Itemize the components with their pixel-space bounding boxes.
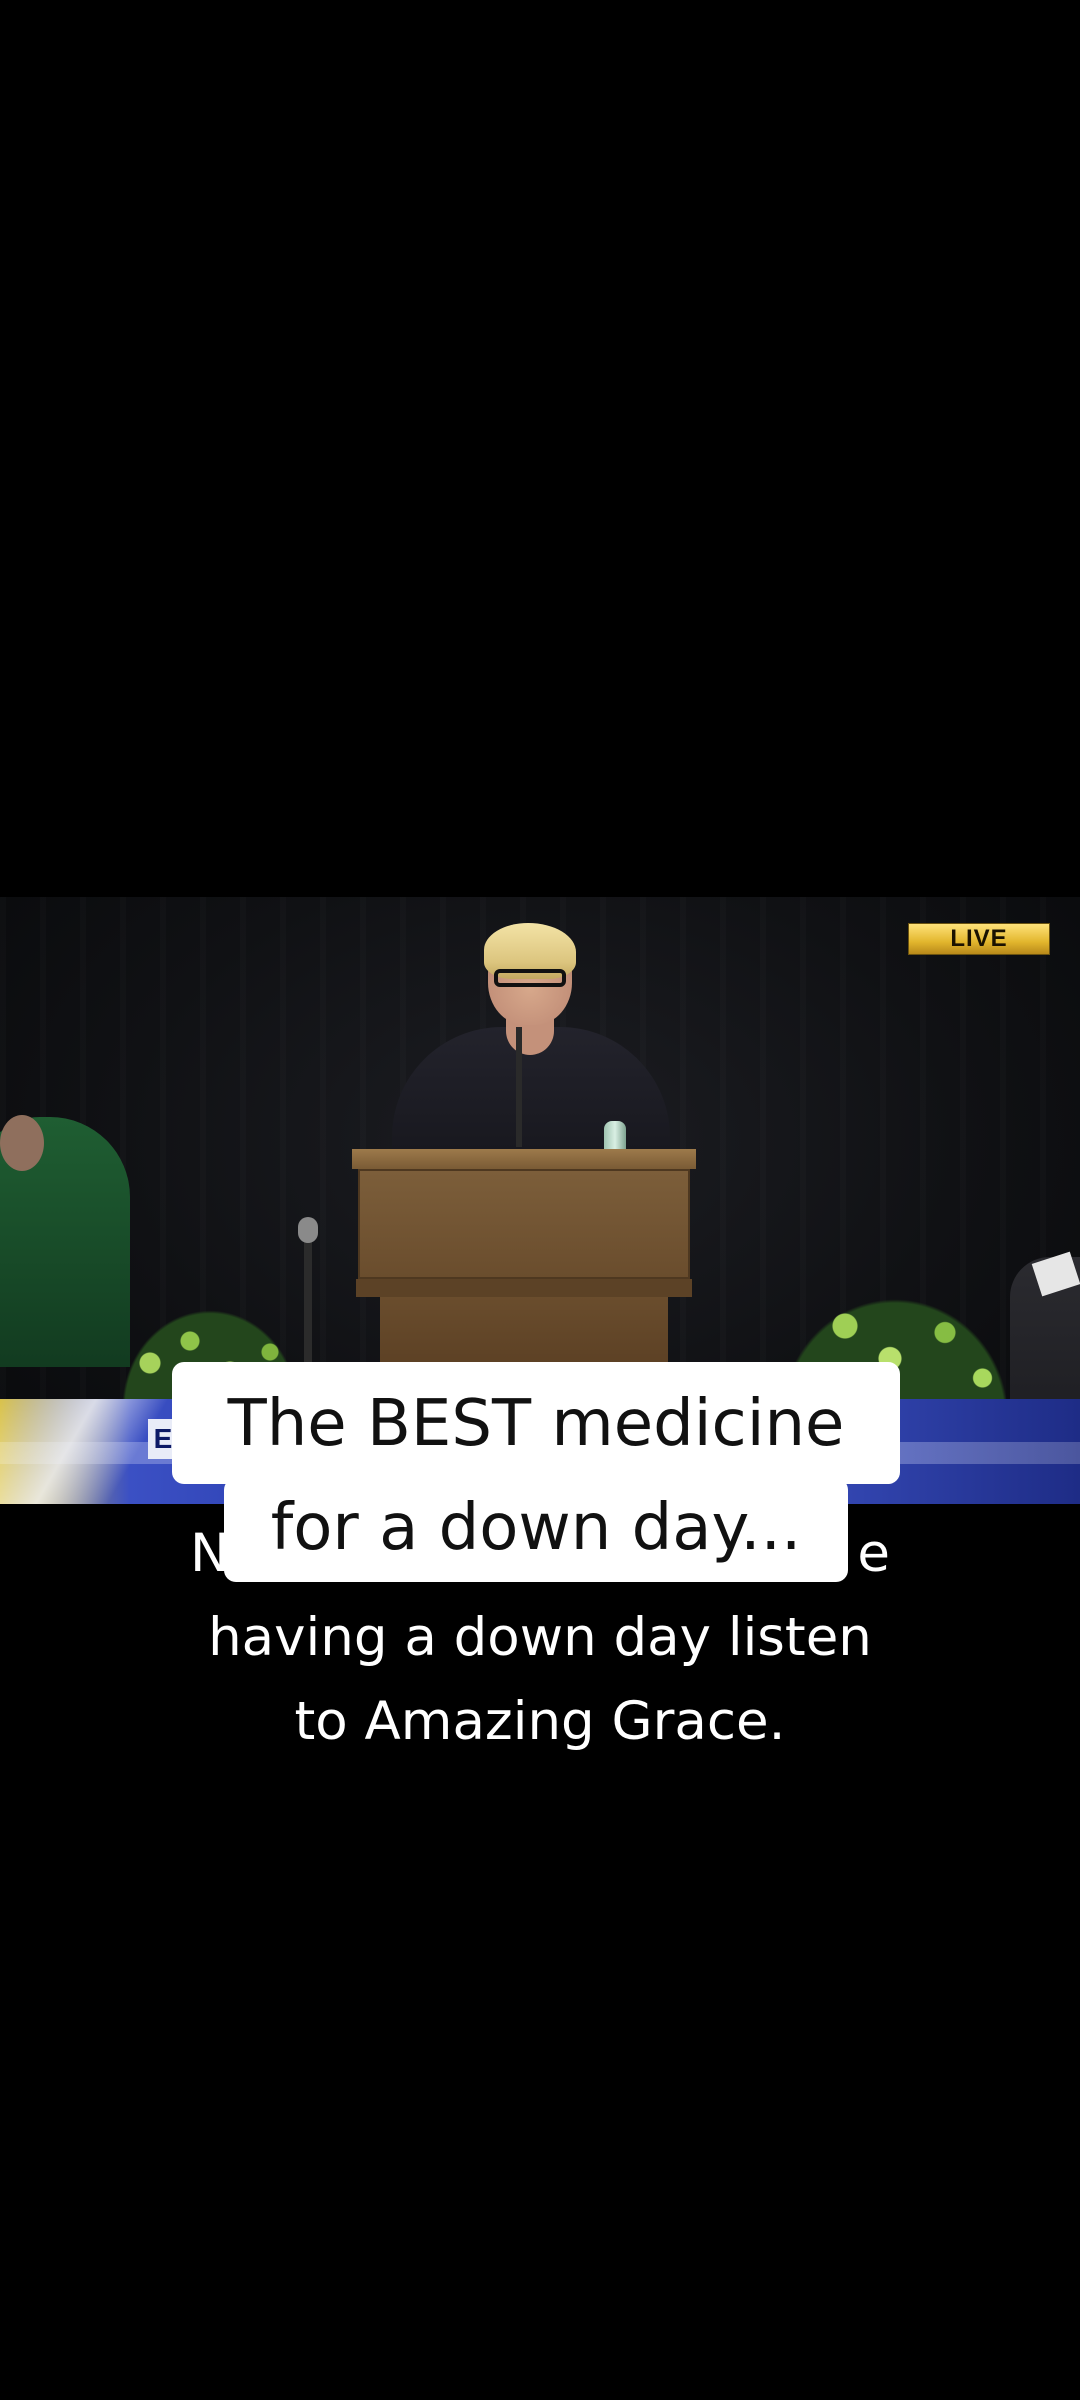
title-sticker-line-1: The BEST medicine	[227, 1387, 845, 1461]
podium-band	[356, 1279, 692, 1297]
video-screen[interactable]: LIVE E N e having a down day listen to A…	[0, 0, 1080, 2400]
podium-mic	[516, 1027, 522, 1147]
speaker-glasses	[494, 969, 566, 987]
podium-top	[352, 1149, 696, 1169]
caption-line-3: to Amazing Grace.	[294, 1691, 786, 1752]
live-badge: LIVE	[908, 923, 1050, 955]
caption-line-1-end: e	[857, 1523, 890, 1584]
title-sticker-line-2: for a down day...	[270, 1491, 802, 1565]
podium-body	[358, 1169, 690, 1279]
caption-line-2: having a down day listen	[208, 1607, 872, 1668]
stand-mic-head	[298, 1217, 318, 1243]
graduate-left-head	[0, 1115, 44, 1171]
